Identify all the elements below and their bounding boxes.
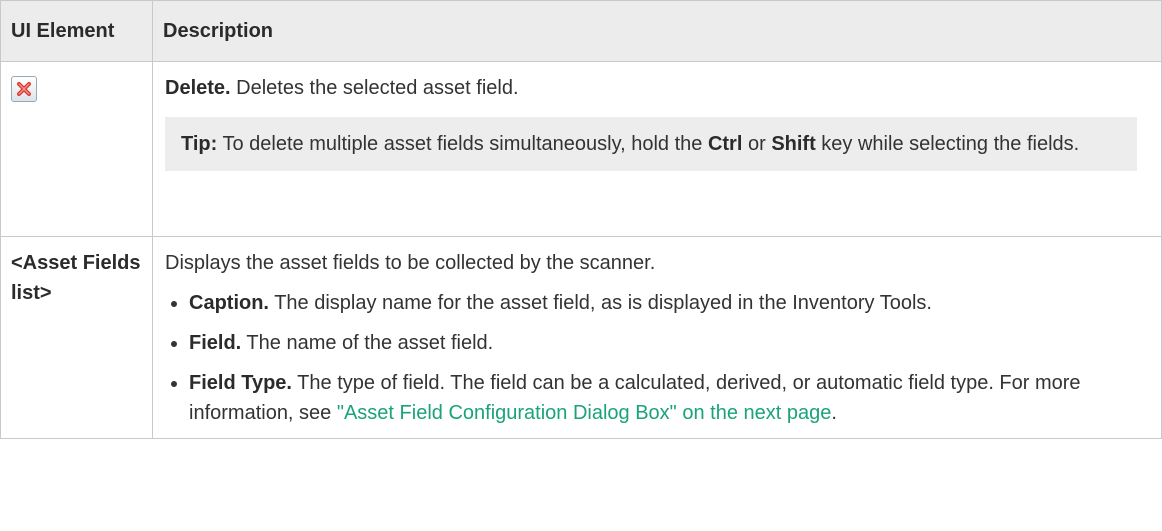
- asset-fields-list-label: <Asset Fields list>: [11, 252, 141, 304]
- asset-field-config-link[interactable]: "Asset Field Configuration Dialog Box" o…: [337, 402, 832, 424]
- table-header-row: UI Element Description: [0, 0, 1162, 62]
- table-row: <Asset Fields list> Displays the asset f…: [0, 236, 1162, 439]
- description-cell: Displays the asset fields to be collecte…: [152, 236, 1162, 439]
- key-ctrl: Ctrl: [707, 133, 743, 155]
- item-text: The name of the asset field.: [241, 332, 494, 354]
- description-cell: Delete. Deletes the selected asset field…: [152, 61, 1162, 237]
- ui-element-table: UI Element Description Delete. Deletes t…: [0, 0, 1162, 439]
- item-term: Field Type.: [189, 372, 292, 394]
- list-item: Field Type. The type of field. The field…: [165, 368, 1151, 428]
- delete-title: Delete.: [165, 77, 231, 99]
- element-cell: <Asset Fields list>: [0, 236, 153, 439]
- item-term: Field.: [189, 332, 242, 354]
- list-item: Field. The name of the asset field.: [165, 328, 1151, 358]
- item-term: Caption.: [189, 292, 269, 314]
- list-item: Caption. The display name for the asset …: [165, 288, 1151, 318]
- tip-box: Tip: To delete multiple asset fields sim…: [165, 117, 1137, 171]
- table-row: Delete. Deletes the selected asset field…: [0, 61, 1162, 237]
- key-shift: Shift: [771, 133, 816, 155]
- item-text: .: [831, 402, 837, 424]
- header-ui-element: UI Element: [0, 0, 153, 62]
- item-text: The display name for the asset field, as…: [269, 292, 932, 314]
- asset-fields-bullets: Caption. The display name for the asset …: [165, 288, 1151, 428]
- element-cell: [0, 61, 153, 237]
- delete-icon: [11, 76, 37, 102]
- tip-text: To delete multiple asset fields simultan…: [217, 133, 708, 155]
- asset-fields-intro: Displays the asset fields to be collecte…: [165, 252, 656, 274]
- tip-text: or: [742, 133, 772, 155]
- delete-desc-text: Deletes the selected asset field.: [230, 77, 519, 99]
- header-description: Description: [152, 0, 1162, 62]
- tip-text: key while selecting the fields.: [815, 133, 1080, 155]
- delete-description: Delete. Deletes the selected asset field…: [165, 73, 1151, 103]
- tip-label: Tip:: [181, 133, 218, 155]
